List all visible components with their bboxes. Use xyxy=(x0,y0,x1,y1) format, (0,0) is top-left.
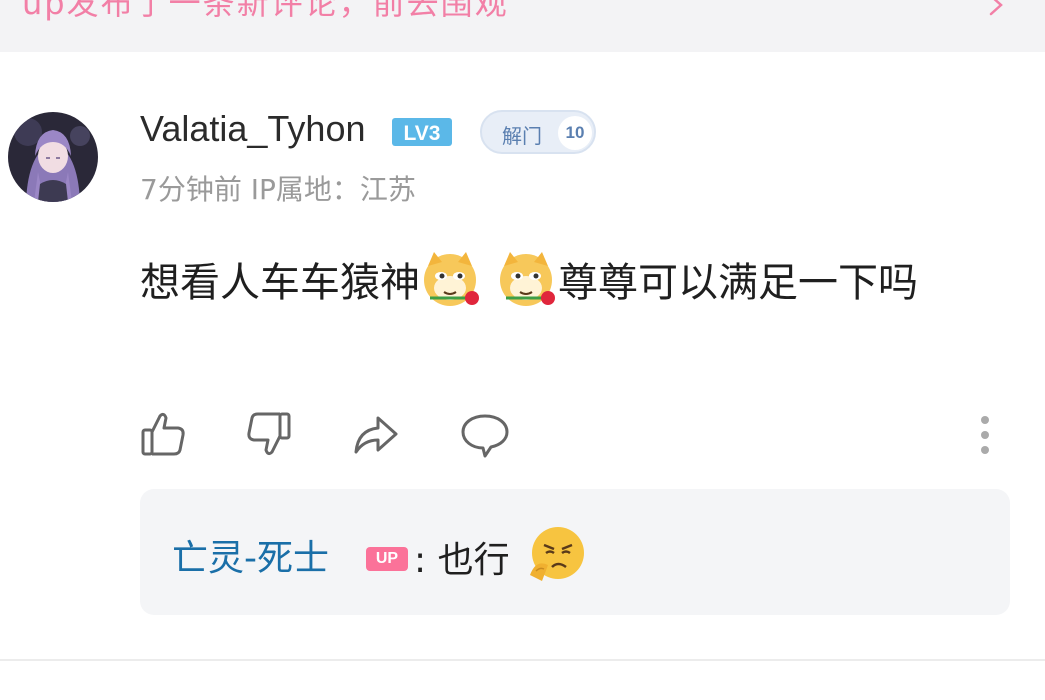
svg-text:LV3: LV3 xyxy=(404,122,441,145)
doge-rose-emoji xyxy=(424,252,479,306)
comment-text-part1: 想看人车车猿神 xyxy=(140,260,420,306)
up-badge: UP xyxy=(366,547,408,571)
user-avatar[interactable] xyxy=(8,112,98,202)
thumbs-up-icon xyxy=(141,412,185,456)
new-comment-banner[interactable]: up发布了一条新评论，前去围观 xyxy=(0,0,1045,52)
share-arrow-icon xyxy=(354,416,398,454)
comment-bubble-icon xyxy=(461,414,509,458)
fan-medal-badge[interactable]: 解门 10 xyxy=(480,110,596,154)
share-button[interactable] xyxy=(350,410,402,462)
comment-username[interactable]: Valatia_Tyhon xyxy=(140,108,366,150)
reply-preview[interactable]: 亡灵-死士 UP : 也行 xyxy=(140,489,1010,615)
reply-username[interactable]: 亡灵-死士 xyxy=(172,529,329,581)
reply-message: 也行 xyxy=(437,540,510,581)
more-vertical-icon[interactable] xyxy=(970,412,1000,460)
dislike-button[interactable] xyxy=(242,408,294,460)
anime-girl-avatar xyxy=(8,112,98,202)
comment-text: 想看人车车猿神 尊尊可以满足一下吗 xyxy=(140,248,1000,314)
chevron-right-icon xyxy=(989,0,1003,16)
frustrated-face-emoji xyxy=(530,527,584,581)
fan-medal-label: 解门 xyxy=(502,124,542,148)
lv3-badge: LV3 xyxy=(392,118,452,146)
like-button[interactable] xyxy=(138,408,190,460)
fan-medal-level: 10 xyxy=(558,116,592,150)
thumbs-down-icon xyxy=(247,412,291,456)
comment-text-part2: 尊尊可以满足一下吗 xyxy=(558,260,918,306)
reply-button[interactable] xyxy=(459,410,511,462)
banner-text: up发布了一条新评论，前去围观 xyxy=(22,0,509,22)
reply-separator: : xyxy=(414,540,427,581)
comment-meta: 7分钟前 IP属地：江苏 xyxy=(140,173,416,206)
reply-text: : 也行 xyxy=(414,531,510,583)
doge-rose-emoji xyxy=(500,252,555,306)
divider xyxy=(0,659,1045,661)
